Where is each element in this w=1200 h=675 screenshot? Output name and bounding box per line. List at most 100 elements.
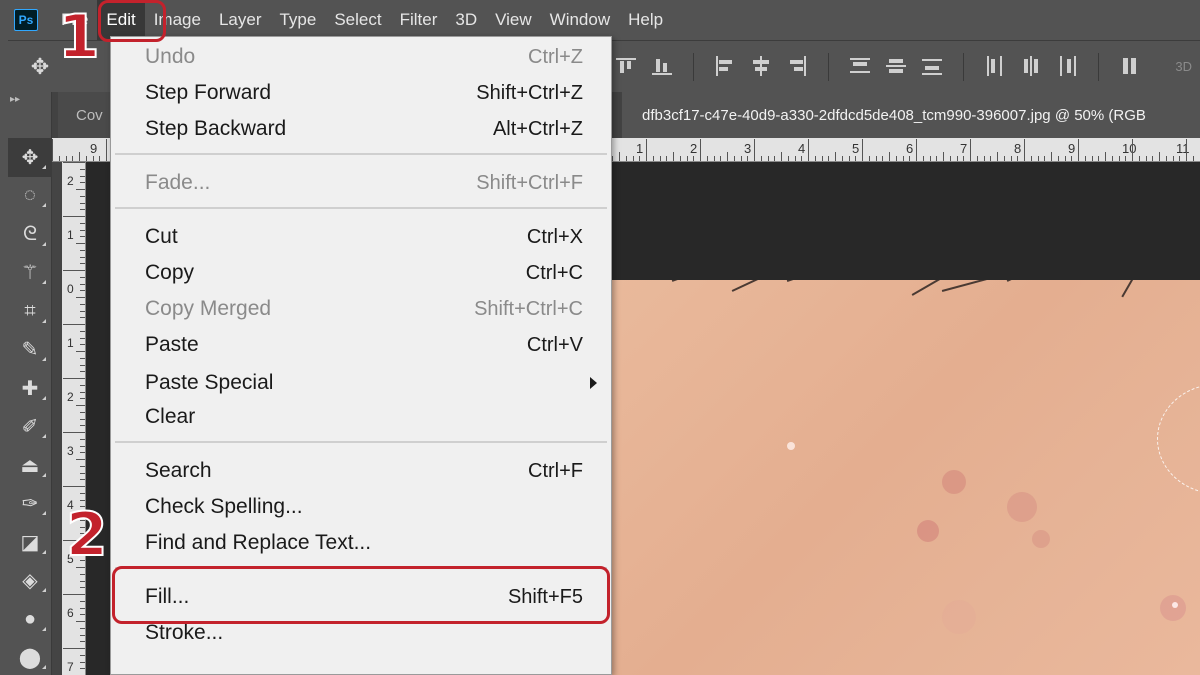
ruler-tick	[882, 156, 884, 161]
ruler-tick	[720, 156, 722, 161]
distribute-horizontal-center-icon[interactable]	[1018, 53, 1044, 79]
eyedropper-icon[interactable]: ✎	[8, 331, 52, 370]
panel-collapse-icon[interactable]: ▸▸	[10, 94, 20, 105]
distribute-top-icon[interactable]	[847, 53, 873, 79]
ruler-tick	[895, 156, 897, 161]
paint-bucket-icon[interactable]: ◈	[8, 562, 52, 601]
eraser-icon[interactable]: ◪	[8, 523, 52, 562]
distribute-bottom-icon[interactable]	[919, 53, 945, 79]
ruler-tick	[80, 209, 85, 211]
healing-brush-icon[interactable]: ✚	[8, 369, 52, 408]
distribute-spacing-icon[interactable]	[1117, 53, 1143, 79]
ruler-tick	[976, 156, 978, 161]
ruler-tick	[80, 668, 85, 670]
ruler-tick	[774, 156, 776, 161]
menu-3d[interactable]: 3D	[446, 0, 486, 40]
ruler-tick	[80, 357, 85, 359]
ruler-tick	[997, 152, 998, 161]
menu-separator	[115, 441, 607, 443]
menu-item-step-forward[interactable]: Step Forward Shift+Ctrl+Z	[111, 75, 611, 111]
ruler-tick	[80, 472, 85, 474]
dodge-icon[interactable]: ⬤	[8, 639, 52, 675]
menu-item-check-spelling[interactable]: Check Spelling...	[111, 489, 611, 525]
menu-item-cut[interactable]: Cut Ctrl+X	[111, 219, 611, 255]
menu-item-search[interactable]: Search Ctrl+F	[111, 453, 611, 489]
ruler-tick	[855, 156, 857, 161]
menu-type[interactable]: Type	[270, 0, 325, 40]
menu-item-step-backward[interactable]: Step Backward Alt+Ctrl+Z	[111, 111, 611, 147]
menu-item-label: Stroke...	[145, 621, 224, 644]
distribute-right-icon[interactable]	[1054, 53, 1080, 79]
ellipse-marquee-icon[interactable]: ◌	[8, 177, 52, 216]
menu-item-shortcut: Ctrl+Z	[528, 45, 583, 68]
menu-layer[interactable]: Layer	[210, 0, 271, 40]
ruler-tick	[767, 156, 769, 161]
menu-separator	[115, 153, 607, 155]
ruler-tick	[970, 139, 971, 161]
hair-strand	[786, 280, 835, 282]
ruler-tick	[92, 156, 94, 161]
ruler-number: 6	[906, 141, 914, 156]
crop-icon[interactable]: ⌗	[8, 292, 52, 331]
edit-menu-highlight	[98, 0, 166, 42]
ruler-tick	[80, 202, 85, 204]
ruler-tick	[63, 648, 85, 649]
ruler-number: 3	[67, 444, 74, 458]
menu-view[interactable]: View	[486, 0, 541, 40]
align-left-icon[interactable]	[712, 53, 738, 79]
menu-item-label: Step Backward	[145, 117, 287, 140]
lasso-icon[interactable]: ᘓ	[8, 215, 52, 254]
ruler-tick	[1179, 156, 1181, 161]
brush-icon[interactable]: ✐	[8, 408, 52, 447]
ruler-tick	[619, 152, 620, 161]
menu-item-label: Copy Merged	[145, 297, 272, 320]
menu-item-paste-special[interactable]: Paste Special	[111, 365, 611, 401]
ruler-tick	[706, 156, 708, 161]
menu-item-copy[interactable]: Copy Ctrl+C	[111, 255, 611, 291]
ruler-tick	[1078, 139, 1079, 161]
ruler-tick	[916, 139, 917, 161]
history-brush-icon[interactable]: ✑	[8, 485, 52, 524]
ruler-tick	[76, 459, 85, 460]
menu-item-clear[interactable]: Clear	[111, 399, 611, 435]
ruler-tick	[63, 270, 85, 271]
menu-help[interactable]: Help	[619, 0, 672, 40]
distribute-vertical-center-icon[interactable]	[883, 53, 909, 79]
distribute-left-icon[interactable]	[982, 53, 1008, 79]
tab-active-document[interactable]: dfb3cf17-c47e-40d9-a330-2dfdcd5de408_tcm…	[622, 92, 1200, 138]
ruler-tick	[1084, 156, 1086, 161]
skin-blemish	[1172, 602, 1178, 608]
ruler-number: 3	[744, 141, 752, 156]
menu-item-shortcut: Shift+Ctrl+F	[476, 171, 583, 194]
move-icon[interactable]: ✥	[24, 51, 56, 83]
align-bottom-icon[interactable]	[649, 53, 675, 79]
align-top-icon[interactable]	[613, 53, 639, 79]
menu-select[interactable]: Select	[325, 0, 390, 40]
document-canvas[interactable]	[612, 280, 1200, 675]
ruler-tick	[1064, 156, 1066, 161]
ruler-tick	[1138, 156, 1140, 161]
elliptical-selection	[1157, 384, 1200, 494]
ruler-tick	[1098, 156, 1100, 161]
menu-item-find-and-replace-text[interactable]: Find and Replace Text...	[111, 525, 611, 561]
menu-item-paste[interactable]: Paste Ctrl+V	[111, 327, 611, 363]
align-right-icon[interactable]	[784, 53, 810, 79]
ruler-tick	[949, 156, 951, 161]
ruler-tick	[1044, 156, 1046, 161]
menu-item-label: Paste	[145, 333, 199, 356]
clone-stamp-icon[interactable]: ⏏	[8, 446, 52, 485]
menu-filter[interactable]: Filter	[391, 0, 447, 40]
ruler-tick	[835, 152, 836, 161]
ruler-tick	[58, 156, 60, 161]
ruler-tick	[76, 621, 85, 622]
menu-window[interactable]: Window	[541, 0, 619, 40]
align-horizontal-center-icon[interactable]	[748, 53, 774, 79]
magic-wand-icon[interactable]: ⚚	[8, 254, 52, 293]
move-tool-icon[interactable]: ✥	[8, 138, 52, 177]
ruler-tick	[80, 222, 85, 224]
tools-panel: ▸▸ ✥ ◌ ᘓ ⚚ ⌗ ✎ ✚ ✐ ⏏ ✑ ◪ ◈ ● ⬤	[8, 92, 52, 675]
ruler-tick	[943, 152, 944, 161]
blur-icon[interactable]: ●	[8, 600, 52, 639]
ruler-tick	[936, 156, 938, 161]
ruler-tick	[63, 486, 85, 487]
